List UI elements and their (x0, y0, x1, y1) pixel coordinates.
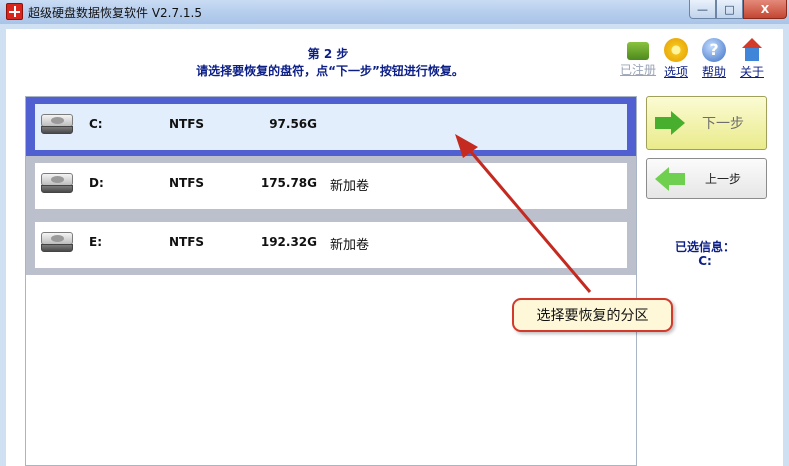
top-toolbar: 已注册 选项 ? 帮助 关于 (620, 38, 772, 80)
step-title: 第 2 步 (307, 47, 349, 61)
callout-tooltip: 选择要恢复的分区 (512, 298, 673, 332)
arrow-left-icon (655, 166, 685, 191)
step-instruction: 请选择要恢复的盘符，点“下一步”按钮进行恢复。 (196, 64, 464, 78)
disk-row-c[interactable]: C: NTFS 97.56G (26, 97, 636, 157)
cart-icon (627, 42, 649, 60)
disk-size: 175.78G (260, 176, 317, 190)
help-link[interactable]: ? 帮助 (696, 38, 732, 80)
next-step-button[interactable]: 下一步 (646, 96, 767, 150)
selected-info-value: C: (698, 254, 712, 268)
previous-step-label: 上一步 (704, 172, 741, 186)
disk-list: C: NTFS 97.56G D: NTFS 175.78G 新加卷 E: NT… (26, 97, 636, 275)
disk-row-e[interactable]: E: NTFS 192.32G 新加卷 (26, 215, 636, 275)
hard-disk-icon (41, 114, 73, 136)
gear-icon (664, 38, 688, 62)
selected-info: 已选信息： C: (660, 240, 750, 268)
previous-step-button[interactable]: 上一步 (646, 158, 767, 199)
disk-list-panel: C: NTFS 97.56G D: NTFS 175.78G 新加卷 E: NT… (25, 96, 637, 466)
disk-size: 97.56G (269, 117, 317, 131)
selected-info-title: 已选信息： (674, 240, 735, 254)
disk-filesystem: NTFS (169, 117, 205, 131)
disk-row-d[interactable]: D: NTFS 175.78G 新加卷 (26, 156, 636, 216)
options-label: 选项 (663, 65, 688, 79)
about-label: 关于 (739, 65, 764, 79)
disk-size: 192.32G (260, 235, 317, 249)
disk-filesystem: NTFS (169, 176, 205, 190)
home-icon (740, 38, 764, 62)
close-button[interactable]: X (743, 0, 787, 19)
next-step-label: 下一步 (702, 116, 744, 132)
disk-volume-label: 新加卷 (330, 179, 370, 194)
maximize-button[interactable]: □ (716, 0, 743, 19)
arrow-right-icon (655, 111, 685, 135)
disk-letter: D: (89, 176, 104, 190)
window-controls: — □ X (689, 0, 787, 19)
title-bar: 超级硬盘数据恢复软件 V2.7.1.5 — □ X (0, 0, 789, 24)
hard-disk-icon (41, 173, 73, 195)
disk-letter: E: (89, 235, 102, 249)
about-link[interactable]: 关于 (734, 38, 770, 80)
disk-filesystem: NTFS (169, 235, 205, 249)
disk-letter: C: (89, 117, 103, 131)
window-title: 超级硬盘数据恢复软件 V2.7.1.5 (28, 6, 203, 20)
hard-disk-icon (41, 232, 73, 254)
options-link[interactable]: 选项 (658, 38, 694, 80)
app-logo-icon (6, 3, 23, 20)
help-icon: ? (702, 38, 726, 62)
disk-volume-label: 新加卷 (330, 238, 370, 253)
help-label: 帮助 (701, 65, 726, 79)
registered-link: 已注册 (620, 38, 656, 80)
minimize-button[interactable]: — (689, 0, 716, 19)
registered-label: 已注册 (620, 63, 657, 77)
